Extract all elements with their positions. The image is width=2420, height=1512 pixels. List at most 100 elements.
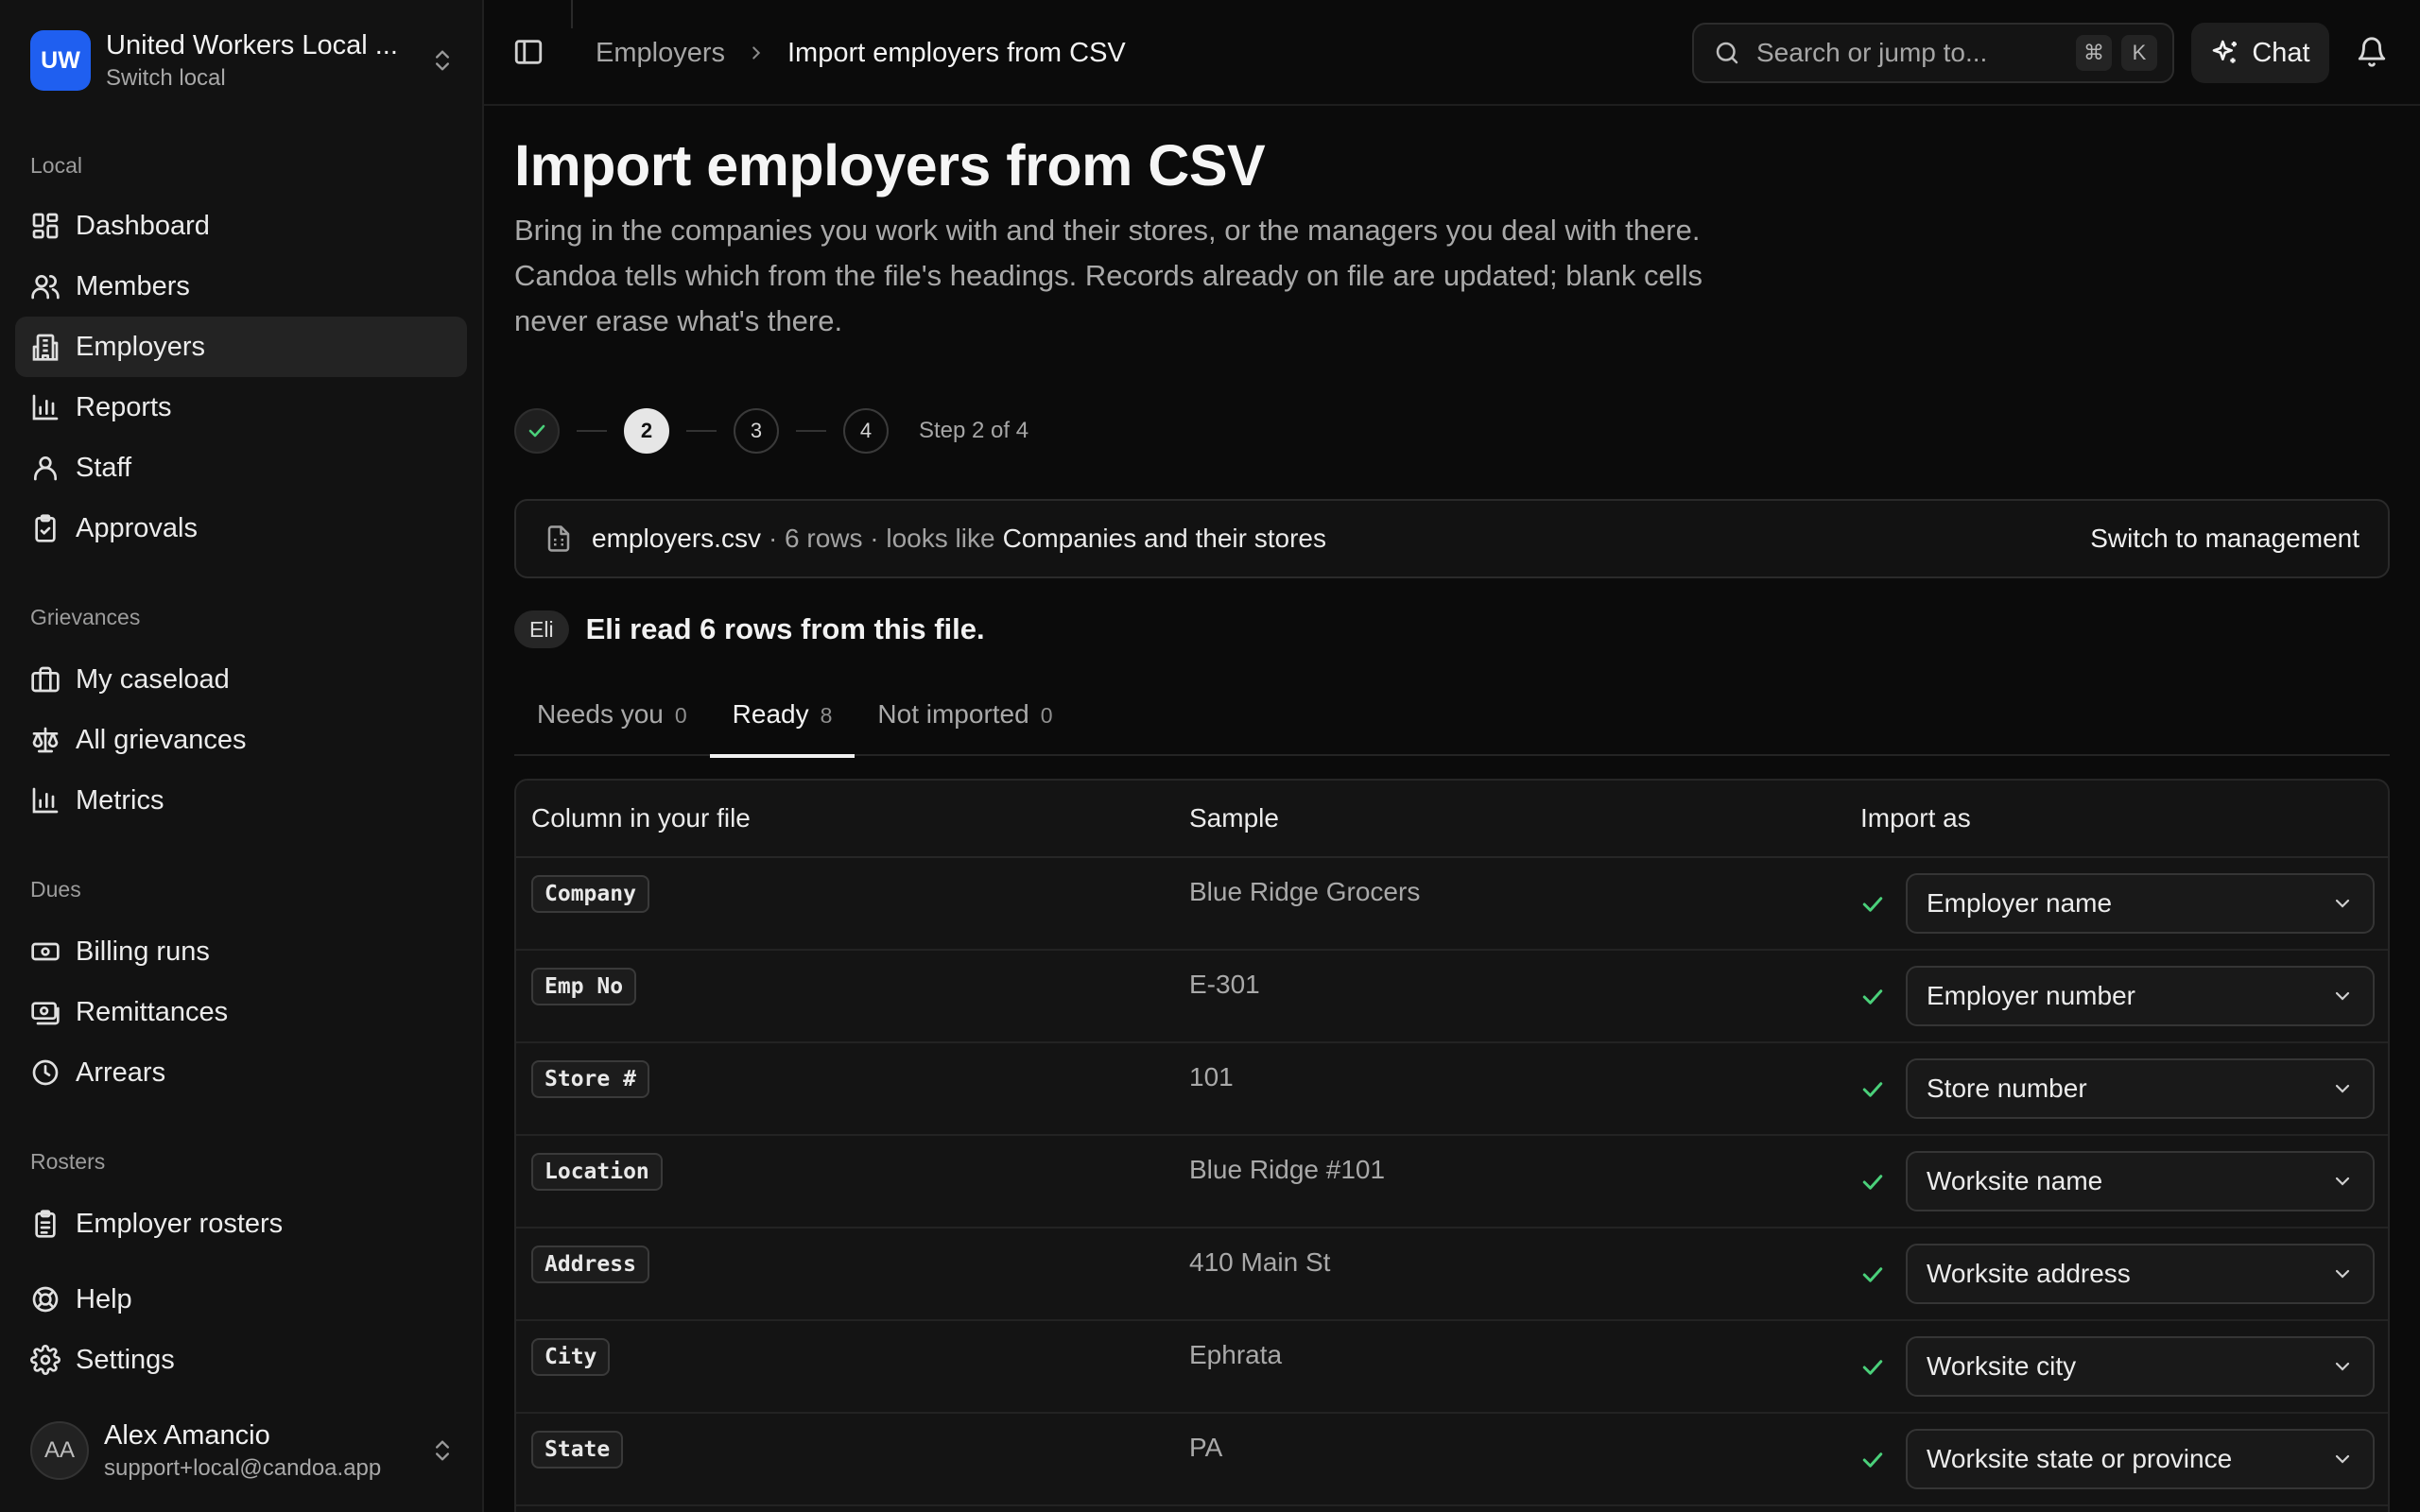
step-connector xyxy=(796,430,826,432)
sidebar-item-billing-runs[interactable]: Billing runs xyxy=(15,921,467,982)
sidebar-item-my-caseload[interactable]: My caseload xyxy=(15,649,467,710)
user-name: Alex Amancio xyxy=(104,1419,270,1451)
check-icon xyxy=(1862,1175,1883,1190)
dashboard-icon xyxy=(32,213,59,239)
sidebar-item-employers[interactable]: Employers xyxy=(15,317,467,377)
import-as-select[interactable]: Worksite address xyxy=(1906,1244,2375,1304)
sidebar-item-metrics[interactable]: Metrics xyxy=(15,770,467,831)
step-3: 3 xyxy=(734,408,779,454)
sidebar-toggle-icon[interactable] xyxy=(512,36,544,68)
breadcrumb-current: Import employers from CSV xyxy=(787,37,1126,68)
check-icon xyxy=(1862,1360,1883,1375)
sidebar-item-staff[interactable]: Staff xyxy=(15,438,467,498)
section-grievances: Grievances xyxy=(30,605,141,629)
sidebar-item-reports[interactable]: Reports xyxy=(15,377,467,438)
user-icon xyxy=(34,456,57,481)
page-description: Bring in the companies you work with and… xyxy=(514,214,1703,337)
bell-icon[interactable] xyxy=(2356,36,2388,68)
select-value: Worksite city xyxy=(1927,1351,2077,1381)
file-summary: employers.csv · 6 rows · looks like Comp… xyxy=(514,499,2390,578)
org-switch-label: Switch local xyxy=(106,64,226,91)
sidebar-item-remittances[interactable]: Remittances xyxy=(15,982,467,1042)
tab-label: Not imported xyxy=(877,699,1029,729)
header-import-as: Import as xyxy=(1860,803,1971,833)
sample-value: 101 xyxy=(1189,1062,1234,1091)
table-row: Company Blue Ridge Grocers Employer name xyxy=(516,858,2388,951)
sidebar-item-arrears[interactable]: Arrears xyxy=(15,1042,467,1103)
table-header: Column in your file Sample Import as xyxy=(516,781,2388,858)
sidebar-item-settings[interactable]: Settings xyxy=(15,1330,467,1390)
sample-value: Ephrata xyxy=(1189,1340,1283,1369)
bar-chart-icon xyxy=(32,787,59,814)
header-column: Column in your file xyxy=(531,803,751,833)
search-input[interactable]: Search or jump to... ⌘ K xyxy=(1692,23,2174,83)
chevron-down-icon xyxy=(2335,1454,2350,1464)
switch-to-management-button[interactable]: Switch to management xyxy=(2090,524,2360,554)
chevron-down-icon xyxy=(2335,1084,2350,1093)
import-as-select[interactable]: Store number xyxy=(1906,1058,2375,1119)
chat-button[interactable]: Chat xyxy=(2191,23,2329,83)
sidebar-item-label: Employer rosters xyxy=(76,1208,284,1239)
sidebar-item-dashboard[interactable]: Dashboard xyxy=(15,196,467,256)
tab-label: Needs you xyxy=(537,699,664,729)
table-row: Store # 101 Store number xyxy=(516,1043,2388,1136)
assistant-message: Eli Eli read 6 rows from this file. xyxy=(514,609,985,650)
import-as-select[interactable]: Worksite state or province xyxy=(1906,1429,2375,1489)
page-title: Import employers from CSV xyxy=(514,133,1266,198)
column-chip: Emp No xyxy=(531,968,637,1005)
sidebar-item-label: Settings xyxy=(76,1344,175,1375)
org-switcher[interactable]: UW United Workers Local ... Switch local xyxy=(30,28,456,93)
sidebar-item-label: Members xyxy=(76,270,190,301)
sidebar-item-label: All grievances xyxy=(76,724,247,755)
sidebar-item-label: Dashboard xyxy=(76,210,210,241)
step-1-complete[interactable] xyxy=(514,408,560,454)
sidebar-item-all-grievances[interactable]: All grievances xyxy=(15,710,467,770)
briefcase-icon xyxy=(31,666,60,693)
sidebar-item-employer-rosters[interactable]: Employer rosters xyxy=(15,1194,467,1254)
column-chip: State xyxy=(531,1431,624,1469)
sidebar-item-approvals[interactable]: Approvals xyxy=(15,498,467,558)
import-as-select[interactable]: Employer number xyxy=(1906,966,2375,1026)
org-logo: UW xyxy=(30,30,91,91)
chevron-down-icon xyxy=(2335,1269,2350,1279)
sample-value: Blue Ridge #101 xyxy=(1189,1155,1386,1184)
column-chip: Company xyxy=(531,875,649,913)
sidebar-item-members[interactable]: Members xyxy=(15,256,467,317)
check-icon xyxy=(1862,989,1883,1005)
divider xyxy=(571,0,573,28)
sidebar-item-label: Staff xyxy=(76,452,132,483)
sidebar: UW United Workers Local ... Switch local… xyxy=(0,0,484,1512)
tab-ready[interactable]: Ready 8 xyxy=(709,690,856,758)
tab-count: 8 xyxy=(820,703,833,728)
clock-icon xyxy=(32,1059,59,1086)
tab-needs-you[interactable]: Needs you 0 xyxy=(514,690,710,756)
table-row: City Ephrata Worksite city xyxy=(516,1321,2388,1414)
check-icon xyxy=(1862,1267,1883,1282)
sidebar-item-help[interactable]: Help xyxy=(15,1269,467,1330)
file-meta: · 6 rows · looks like xyxy=(768,524,995,553)
column-chip: Address xyxy=(531,1246,649,1283)
tab-count: 0 xyxy=(674,703,687,728)
top-bar: Employers Import employers from CSV Sear… xyxy=(484,0,2420,106)
import-as-select[interactable]: Worksite name xyxy=(1906,1151,2375,1211)
check-icon xyxy=(1862,1082,1883,1097)
chat-label: Chat xyxy=(2252,37,2310,68)
sample-value: Blue Ridge Grocers xyxy=(1189,877,1421,906)
members-icon xyxy=(31,275,60,300)
lifebuoy-icon xyxy=(32,1286,59,1313)
stepper: 2 3 4 Step 2 of 4 xyxy=(514,406,1028,455)
clipboard-list-icon xyxy=(35,1210,56,1238)
user-menu[interactable]: AA Alex Amancio support+local@candoa.app xyxy=(30,1418,456,1484)
tab-count: 0 xyxy=(1040,703,1053,728)
tabs: Needs you 0 Ready 8 Not imported 0 xyxy=(514,690,2390,758)
breadcrumb-employers[interactable]: Employers xyxy=(596,38,725,69)
table-row: Location Blue Ridge #101 Worksite name xyxy=(516,1136,2388,1228)
column-chip: Store # xyxy=(531,1060,649,1098)
table-row: Address 410 Main St Worksite address xyxy=(516,1228,2388,1321)
import-as-select[interactable]: Employer name xyxy=(1906,873,2375,934)
import-as-select[interactable]: Worksite city xyxy=(1906,1336,2375,1397)
select-value: Store number xyxy=(1927,1074,2087,1103)
check-icon xyxy=(1862,897,1883,912)
tab-not-imported[interactable]: Not imported 0 xyxy=(855,690,1075,756)
file-kind: Companies and their stores xyxy=(1002,524,1326,553)
